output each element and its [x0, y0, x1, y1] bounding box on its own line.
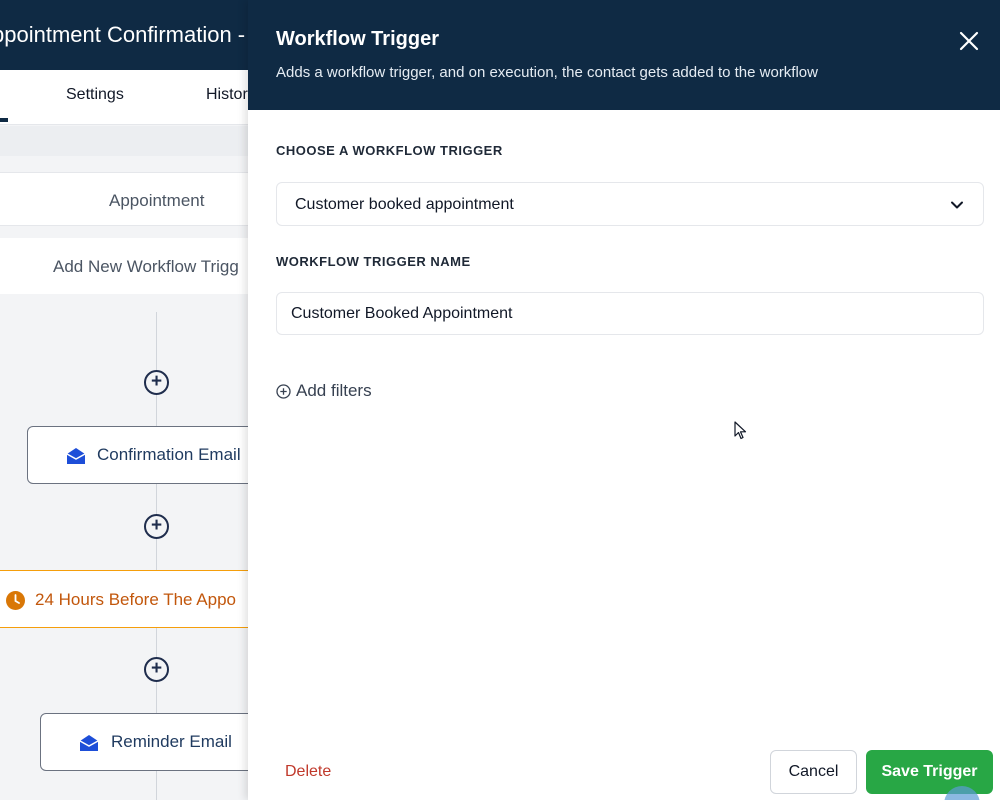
save-trigger-button[interactable]: Save Trigger — [866, 750, 993, 794]
action-node-label: Reminder Email — [111, 732, 232, 751]
plus-circle-icon — [276, 384, 291, 399]
tab-settings[interactable]: Settings — [66, 86, 124, 104]
close-button[interactable] — [954, 26, 984, 56]
mouse-cursor-icon — [734, 421, 747, 440]
workflow-trigger-drawer: Workflow Trigger Adds a workflow trigger… — [248, 0, 1000, 800]
choose-trigger-label: CHOOSE A WORKFLOW TRIGGER — [276, 143, 503, 158]
trigger-card-label: Appointment — [109, 191, 205, 210]
add-step-plus-icon[interactable]: + — [144, 657, 169, 682]
mail-icon — [66, 448, 86, 464]
workflow-trigger-select[interactable]: Customer booked appointment — [276, 182, 984, 226]
drawer-title: Workflow Trigger — [276, 28, 439, 50]
tab-history[interactable]: Histor — [206, 86, 248, 104]
workflow-title: ppointment Confirmation - — [0, 22, 246, 47]
action-node-label: Confirmation Email — [97, 445, 241, 464]
add-step-plus-icon[interactable]: + — [144, 514, 169, 539]
selected-trigger-value: Customer booked appointment — [295, 196, 514, 213]
clock-icon — [6, 591, 25, 610]
delete-trigger-link[interactable]: Delete — [285, 763, 331, 781]
drawer-header: Workflow Trigger Adds a workflow trigger… — [248, 0, 1000, 110]
trigger-name-input[interactable] — [276, 292, 984, 335]
close-icon — [959, 31, 979, 51]
cancel-button[interactable]: Cancel — [770, 750, 857, 794]
mail-icon — [79, 735, 99, 751]
add-filters-label: Add filters — [296, 381, 372, 400]
trigger-name-label: WORKFLOW TRIGGER NAME — [276, 254, 471, 269]
wait-step-label: 24 Hours Before The Appo — [35, 590, 236, 609]
active-tab-indicator — [0, 118, 8, 122]
chevron-down-icon — [951, 201, 963, 209]
drawer-subtitle: Adds a workflow trigger, and on executio… — [276, 64, 818, 81]
add-step-plus-icon[interactable]: + — [144, 370, 169, 395]
add-trigger-label: Add New Workflow Trigg — [53, 257, 239, 276]
